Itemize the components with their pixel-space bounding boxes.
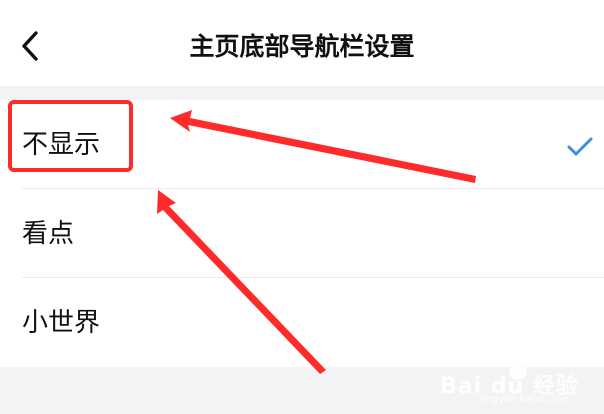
- checkmark-icon: [567, 137, 593, 156]
- option-label: 看点: [22, 219, 75, 249]
- watermark-site: jingyan.baidu.com: [480, 394, 573, 405]
- baidu-jingyan-watermark: Bai du 经验 jingyan.baidu.com: [440, 346, 596, 408]
- annotation-highlight-box: [8, 100, 133, 172]
- option-kandian[interactable]: 看点: [0, 189, 604, 278]
- page-title: 主页底部导航栏设置: [189, 32, 415, 61]
- header-bar: 主页底部导航栏设置: [0, 0, 604, 86]
- option-label: 小世界: [22, 308, 101, 338]
